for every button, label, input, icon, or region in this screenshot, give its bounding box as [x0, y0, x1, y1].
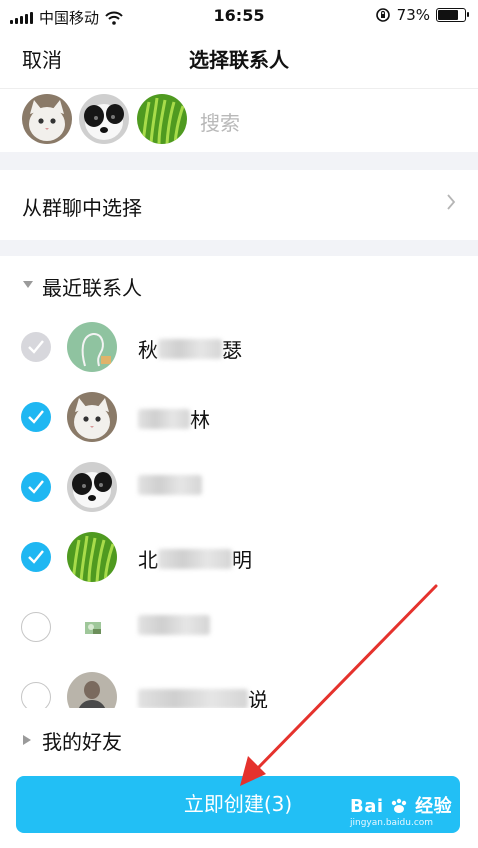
rotation-lock-icon: [375, 8, 390, 22]
nav-bar: 取消 选择联系人: [0, 32, 478, 82]
paw-icon: [392, 798, 407, 813]
dog-avatar[interactable]: [79, 94, 129, 144]
my-friends-header[interactable]: 我的好友: [0, 720, 478, 760]
recent-contacts-label: 最近联系人: [42, 276, 142, 300]
select-from-group-row[interactable]: 从群聊中选择: [0, 170, 478, 240]
section-divider: [0, 152, 478, 170]
contact-row[interactable]: [0, 452, 478, 522]
contact-name: 秋瑟: [138, 338, 242, 362]
contact-row[interactable]: 说: [0, 662, 478, 708]
battery-icon: [436, 8, 469, 22]
contact-name: 说: [138, 684, 268, 708]
checkbox-checked[interactable]: [21, 472, 51, 502]
cat-avatar[interactable]: [22, 94, 72, 144]
battery-percent: 73%: [396, 6, 430, 24]
checkbox-checked[interactable]: [21, 402, 51, 432]
small-photo-avatar: [67, 602, 117, 652]
grass-avatar: [67, 532, 117, 582]
baidu-watermark: Bai 经验 jingyan.baidu.com: [350, 792, 452, 828]
search-input[interactable]: 搜索: [200, 107, 240, 136]
page-title: 选择联系人: [189, 48, 289, 72]
dog-avatar: [67, 462, 117, 512]
contact-name: [138, 614, 210, 638]
watermark-url: jingyan.baidu.com: [350, 818, 434, 828]
contact-row[interactable]: 北明: [0, 522, 478, 592]
contact-row[interactable]: 林: [0, 382, 478, 452]
contact-row[interactable]: 秋瑟: [0, 312, 478, 382]
triangle-down-icon: [23, 281, 33, 288]
checkbox-disabled: [21, 332, 51, 362]
status-bar: 中国移动 16:55 73%: [0, 0, 478, 32]
my-friends-label: 我的好友: [42, 730, 122, 754]
cat-avatar: [67, 392, 117, 442]
contact-name: 林: [138, 404, 210, 433]
section-divider: [0, 240, 478, 256]
person-avatar: [67, 672, 117, 708]
contact-name: [138, 474, 202, 498]
grass-avatar[interactable]: [137, 94, 187, 144]
outline-avatar: [67, 322, 117, 372]
selected-contacts-row: 搜索: [0, 88, 478, 150]
watermark-brand: Bai: [350, 796, 384, 817]
contact-name: 北明: [138, 548, 252, 572]
triangle-right-icon: [23, 735, 31, 745]
select-from-group-label: 从群聊中选择: [22, 196, 142, 220]
chevron-right-icon: [447, 194, 456, 210]
recent-contacts-header[interactable]: 最近联系人: [0, 266, 478, 306]
watermark-suffix: 经验: [415, 796, 453, 817]
checkbox-unchecked[interactable]: [21, 682, 51, 708]
checkbox-checked[interactable]: [21, 542, 51, 572]
checkbox-unchecked[interactable]: [21, 612, 51, 642]
contact-row[interactable]: [0, 592, 478, 662]
